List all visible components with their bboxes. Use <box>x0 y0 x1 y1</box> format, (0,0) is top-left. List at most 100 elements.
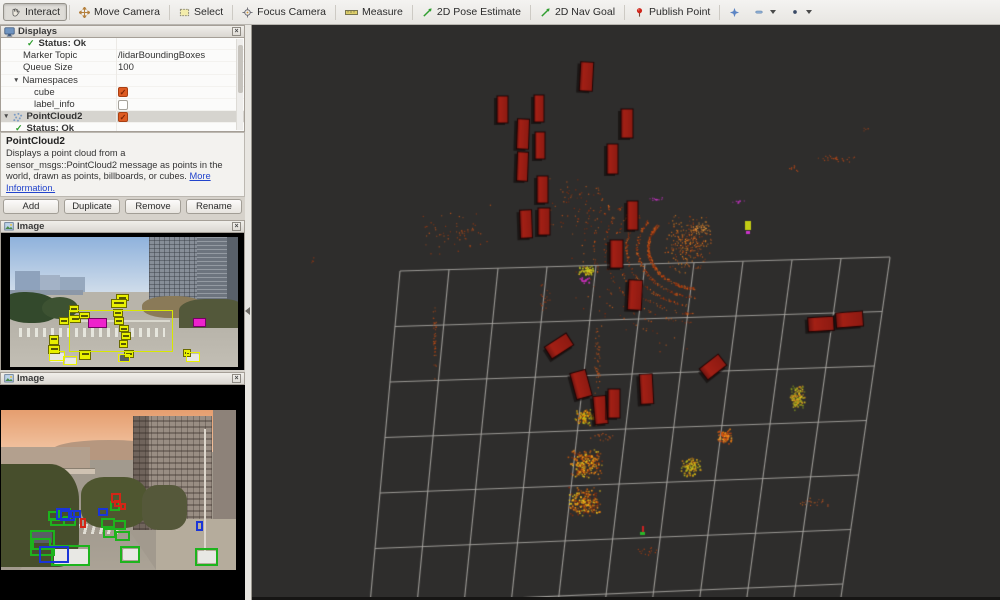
image-icon <box>4 374 14 383</box>
tool-measure[interactable]: Measure <box>338 3 410 21</box>
scrollbar-thumb[interactable] <box>238 45 243 93</box>
rviz-window: Interact Move Camera Select Focus Camera Mea… <box>0 0 1000 600</box>
add-button[interactable]: Add <box>3 199 59 214</box>
displays-scrollbar[interactable] <box>236 39 243 130</box>
panel-title-label: Image <box>17 373 44 384</box>
detection-label <box>111 299 127 308</box>
tool-move-camera[interactable]: Move Camera <box>72 3 167 21</box>
pointcloud2-icon <box>12 112 23 122</box>
displays-panel: Displays × ✓Status: OkMarker Topic/lidar… <box>0 25 245 132</box>
property-label: Status: Ok <box>39 38 87 49</box>
tool-label: Focus Camera <box>257 6 326 18</box>
property-label: PointCloud2 <box>26 111 82 122</box>
interact-icon <box>10 7 21 18</box>
rename-button[interactable]: Rename <box>186 199 242 214</box>
property-checkbox[interactable]: ✓ <box>118 112 128 122</box>
displays-row-status-ok[interactable]: ✓ Status: Ok <box>1 123 244 132</box>
displays-row-label-info[interactable]: label_info <box>1 99 244 111</box>
detection-box <box>63 356 77 365</box>
property-label: Namespaces <box>22 75 77 86</box>
close-icon[interactable]: × <box>232 27 241 36</box>
tool-label: Publish Point <box>649 6 710 18</box>
status-ok-check-icon: ✓ <box>15 123 23 132</box>
detection-box <box>186 352 200 362</box>
tool-focus-camera[interactable]: Focus Camera <box>235 3 333 21</box>
displays-row-cube[interactable]: cube ✓ <box>1 87 244 99</box>
move-camera-icon <box>79 7 90 18</box>
tool-label: Select <box>194 6 223 18</box>
displays-row-pointcloud2[interactable]: ▼ PointCloud2 ✓ <box>1 111 244 123</box>
tool-2d-nav-goal[interactable]: 2D Nav Goal <box>533 3 622 21</box>
property-checkbox[interactable]: ✓ <box>118 87 128 97</box>
expander-icon[interactable]: ▼ <box>3 113 9 120</box>
displays-property-tree: ✓Status: OkMarker Topic/lidarBoundingBox… <box>0 38 245 132</box>
display-description-box: PointCloud2 Displays a point cloud from … <box>0 132 245 197</box>
displays-button-row: Add Duplicate Remove Rename <box>0 199 245 215</box>
tool-2d-pose-estimate[interactable]: 2D Pose Estimate <box>415 3 528 21</box>
displays-panel-titlebar[interactable]: Displays × <box>0 25 245 38</box>
panel-splitter[interactable] <box>245 25 252 600</box>
detection-box-blue <box>70 510 81 518</box>
detection-box-blue <box>196 521 203 531</box>
tool-options-icon <box>790 7 800 17</box>
property-value[interactable]: 100 <box>118 62 134 73</box>
detection-box <box>118 354 130 362</box>
toolbar: Interact Move Camera Select Focus Camera Mea… <box>0 0 1000 25</box>
toolbar-separator <box>69 5 70 20</box>
select-icon <box>179 7 190 18</box>
dropdown-caret-icon <box>770 10 776 14</box>
toolbar-separator <box>412 5 413 20</box>
tool-tool-options[interactable] <box>783 4 819 20</box>
displays-row-marker-topic[interactable]: Marker Topic/lidarBoundingBoxes <box>1 50 244 62</box>
property-checkbox[interactable] <box>118 100 128 110</box>
detection-overlay <box>10 237 238 367</box>
property-label: Marker Topic <box>23 50 77 61</box>
2d-nav-goal-icon <box>540 7 551 18</box>
detection-box-blue <box>39 546 69 563</box>
detection-box-green <box>115 531 130 541</box>
tool-publish-point[interactable]: Publish Point <box>627 3 717 21</box>
toolbar-separator <box>335 5 336 20</box>
detection-overlay <box>1 410 236 570</box>
tool-remove-tool[interactable] <box>747 4 783 20</box>
toolbar-separator <box>232 5 233 20</box>
property-label: label_info <box>34 99 75 110</box>
dropdown-caret-icon <box>806 10 812 14</box>
displays-icon <box>4 27 15 37</box>
detection-box-green <box>120 546 140 563</box>
2d-pose-estimate-icon <box>422 7 433 18</box>
image2-titlebar[interactable]: Image × <box>0 372 245 385</box>
close-icon[interactable]: × <box>232 374 241 383</box>
image-icon <box>4 222 14 231</box>
tool-label: Interact <box>25 6 60 18</box>
remove-button[interactable]: Remove <box>125 199 181 214</box>
close-icon[interactable]: × <box>232 222 241 231</box>
property-label: cube <box>34 87 55 98</box>
displays-row-status-ok[interactable]: ✓Status: Ok <box>1 38 244 50</box>
pointcloud-canvas[interactable] <box>252 25 1000 597</box>
displays-row-queue-size[interactable]: Queue Size100 <box>1 62 244 74</box>
render-viewport-3d[interactable] <box>252 25 1000 600</box>
tool-select[interactable]: Select <box>172 3 230 21</box>
property-label: Status: Ok <box>27 123 75 132</box>
detection-box-blue <box>98 508 108 516</box>
panel-title-label: Displays <box>18 26 57 37</box>
image1-titlebar[interactable]: Image × <box>0 220 245 233</box>
expander-icon[interactable]: ▼ <box>13 77 19 84</box>
toolbar-separator <box>624 5 625 20</box>
duplicate-button[interactable]: Duplicate <box>64 199 120 214</box>
toolbar-separator <box>169 5 170 20</box>
add-tool-icon <box>729 7 740 18</box>
camera-image-day <box>0 233 245 370</box>
displays-row-namespaces[interactable]: ▼Namespaces <box>1 75 244 87</box>
toolbar-separator <box>719 5 720 20</box>
property-value[interactable]: /lidarBoundingBoxes <box>118 50 205 61</box>
detection-label <box>49 335 59 345</box>
tool-label: Move Camera <box>94 6 160 18</box>
detection-label-special <box>193 318 206 327</box>
collapse-arrow-icon[interactable] <box>245 307 250 315</box>
description-title: PointCloud2 <box>6 136 239 147</box>
tool-add-tool[interactable] <box>722 4 747 21</box>
tool-interact[interactable]: Interact <box>3 3 67 21</box>
focus-camera-icon <box>242 7 253 18</box>
